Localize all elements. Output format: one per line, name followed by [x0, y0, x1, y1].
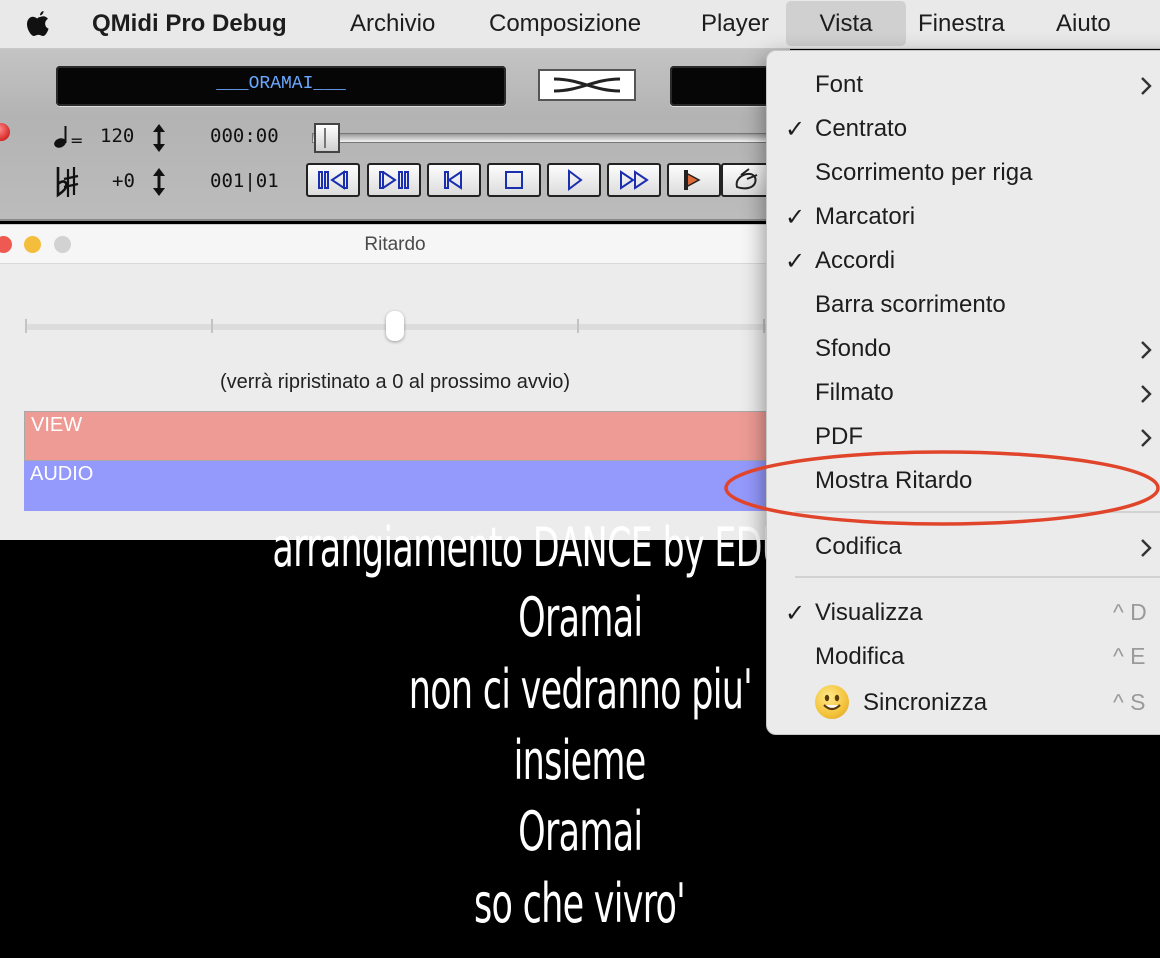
view-label: VIEW	[31, 414, 83, 436]
menu-player[interactable]: Player	[701, 0, 769, 48]
player-panel: ___ORAMAI___ = 120 000:00 +0 001|01	[0, 49, 800, 221]
previous-icon	[444, 170, 462, 190]
stop-button[interactable]	[487, 163, 541, 197]
shortcut-label: ^ E	[1113, 643, 1146, 669]
menu-item-marcatori[interactable]: ✓ Marcatori	[767, 197, 1160, 237]
menu-vista[interactable]: Vista	[786, 1, 906, 46]
menu-separator	[795, 576, 1160, 578]
play-button[interactable]	[547, 163, 601, 197]
position-display: 001|01	[210, 170, 279, 192]
time-display: 000:00	[210, 125, 279, 147]
window-title: Ritardo	[364, 234, 426, 255]
menu-item-modifica[interactable]: Modifica ^ E	[767, 637, 1160, 677]
audio-delay-bar: AUDIO	[24, 461, 790, 511]
slider-tick	[577, 319, 579, 333]
ritardo-window: Ritardo (verrà ripristinato a 0 al pross…	[0, 224, 790, 540]
crossfade-icon	[553, 77, 621, 93]
lyric-line: so che vivro'	[474, 872, 686, 935]
checkmark-icon: ✓	[785, 600, 806, 627]
svg-text:=: =	[70, 131, 82, 150]
audio-label: AUDIO	[30, 463, 94, 485]
play-icon	[568, 169, 583, 191]
next-song-button[interactable]	[367, 163, 421, 197]
hand-icon	[735, 168, 758, 190]
menu-aiuto[interactable]: Aiuto	[1056, 0, 1111, 48]
checkmark-icon: ✓	[785, 204, 806, 231]
record-indicator-icon	[0, 123, 10, 141]
menu-bar: QMidi Pro Debug Archivio Composizione Pl…	[0, 0, 1160, 49]
skip-to-start-icon	[318, 170, 348, 190]
stop-icon	[505, 171, 523, 189]
lyric-line: insieme	[514, 729, 647, 792]
menu-item-centrato[interactable]: ✓ Centrato	[767, 109, 1160, 149]
tempo-value: 120	[100, 125, 135, 147]
smiley-icon	[815, 685, 849, 719]
chevron-right-icon	[1141, 385, 1152, 403]
shortcut-label: ^ S	[1113, 689, 1146, 715]
crossfade-button[interactable]	[538, 69, 636, 101]
tempo-stepper-icon[interactable]	[150, 123, 168, 153]
highlight-ellipse	[724, 450, 1160, 526]
menu-item-codifica[interactable]: Codifica	[767, 527, 1160, 567]
menu-item-filmato[interactable]: Filmato	[767, 373, 1160, 413]
menu-item-sfondo[interactable]: Sfondo	[767, 329, 1160, 369]
song-title-display: ___ORAMAI___	[56, 66, 506, 106]
delay-slider-thumb[interactable]	[386, 311, 404, 341]
menu-item-visualizza[interactable]: ✓ Visualizza ^ D	[767, 593, 1160, 633]
chevron-right-icon	[1141, 341, 1152, 359]
checkmark-icon: ✓	[785, 248, 806, 275]
reset-note: (verrà ripristinato a 0 al prossimo avvi…	[219, 371, 571, 393]
fast-forward-icon	[620, 170, 649, 190]
song-title: ___ORAMAI___	[216, 74, 346, 94]
menu-finestra[interactable]: Finestra	[918, 0, 1005, 48]
app-menu[interactable]: QMidi Pro Debug	[92, 0, 287, 48]
transpose-stepper-icon[interactable]	[150, 167, 168, 197]
vista-menu: Font ✓ Centrato Scorrimento per riga ✓ M…	[766, 50, 1160, 735]
delay-slider-track[interactable]	[26, 324, 786, 330]
first-song-button[interactable]	[306, 163, 360, 197]
menu-item-font[interactable]: Font	[767, 65, 1160, 105]
menu-composizione[interactable]: Composizione	[489, 0, 641, 48]
fast-forward-button[interactable]	[607, 163, 661, 197]
menu-item-sincronizza[interactable]: Sincronizza ^ S	[767, 683, 1160, 723]
arrow-pencil-icon	[684, 170, 701, 190]
song-position-thumb[interactable]	[314, 123, 340, 153]
menu-item-accordi[interactable]: ✓ Accordi	[767, 241, 1160, 281]
flat-sharp-icon	[56, 167, 79, 198]
menu-item-scorrimento-per-riga[interactable]: Scorrimento per riga	[767, 153, 1160, 193]
quarter-note-icon: =	[54, 126, 82, 150]
skip-to-end-icon	[379, 171, 409, 189]
slider-tick	[25, 319, 27, 333]
record-button[interactable]	[667, 163, 721, 197]
shortcut-label: ^ D	[1113, 599, 1147, 625]
menu-item-barra-scorrimento[interactable]: Barra scorrimento	[767, 285, 1160, 325]
rewind-start-button[interactable]	[427, 163, 481, 197]
menu-archivio[interactable]: Archivio	[350, 0, 435, 48]
chevron-right-icon	[1141, 77, 1152, 95]
song-position-track[interactable]	[312, 133, 792, 143]
apple-icon[interactable]	[24, 9, 52, 39]
transpose-value: +0	[112, 170, 135, 192]
view-delay-bar: VIEW	[24, 411, 790, 461]
chevron-right-icon	[1141, 429, 1152, 447]
slider-tick	[211, 319, 213, 333]
lyric-line: Oramai	[517, 800, 643, 863]
checkmark-icon: ✓	[785, 116, 806, 143]
window-titlebar: Ritardo	[0, 225, 790, 264]
chevron-right-icon	[1141, 539, 1152, 557]
slider-tick	[763, 319, 765, 333]
